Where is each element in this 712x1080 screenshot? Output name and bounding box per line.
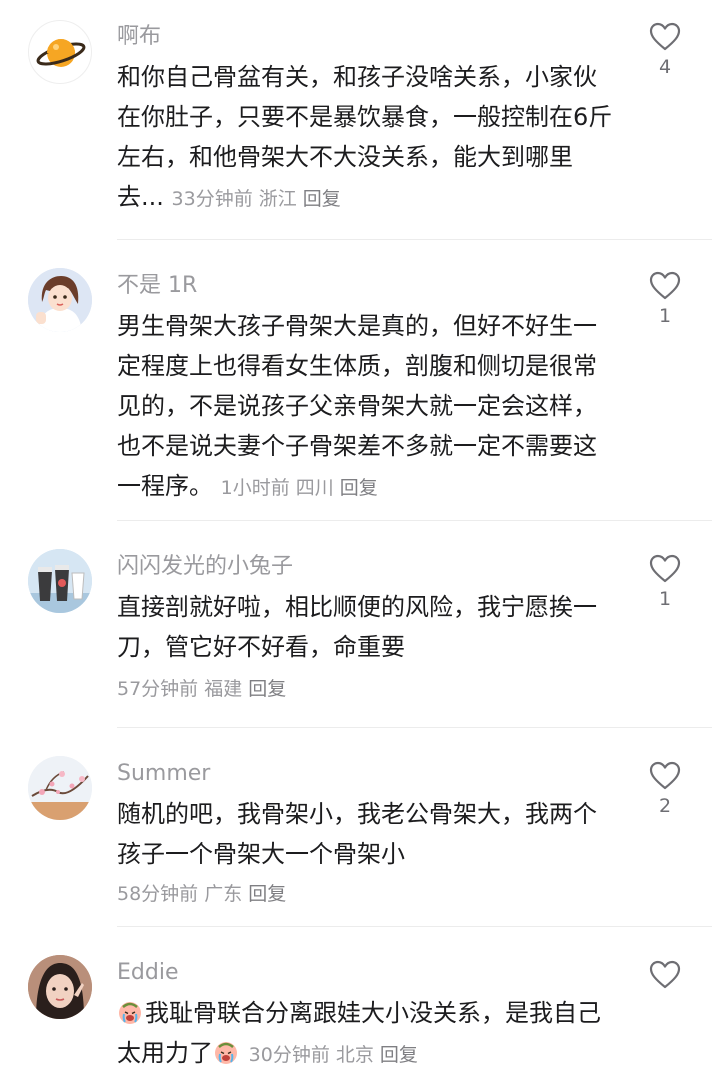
reply-button[interactable]: 回复: [303, 188, 341, 210]
plum-blossom-avatar-icon: [28, 756, 92, 820]
avatar[interactable]: [28, 268, 92, 332]
comment-location: 四川: [295, 477, 334, 499]
reply-button[interactable]: 回复: [248, 678, 286, 700]
comment-meta: 33分钟前 浙江 回复: [172, 188, 347, 210]
avatar[interactable]: [28, 955, 92, 1019]
comment-meta: 57分钟前 福建 回复: [117, 674, 292, 704]
comment-time: 30分钟前: [248, 1044, 330, 1066]
reply-button[interactable]: 回复: [380, 1044, 418, 1066]
comment-location: 广东: [204, 883, 243, 905]
like-count: 2: [658, 795, 672, 817]
comment-location: 福建: [204, 678, 243, 700]
comment-text: 我耻骨联合分离跟娃大小没关系，是我自己太用力了 30分钟前 北京 回复: [117, 993, 617, 1075]
like-count: 1: [658, 588, 672, 610]
comment-time: 33分钟前: [171, 188, 253, 210]
comment-text: 男生骨架大孩子骨架大是真的，但好不好生一定程度上也得看女生体质，剖腹和侧切是很常…: [117, 306, 617, 508]
avatar[interactable]: [28, 756, 92, 820]
comment-meta: 1小时前 四川 回复: [221, 477, 384, 499]
cups-photo-avatar-icon: [28, 549, 92, 613]
username[interactable]: 啊布: [117, 22, 161, 52]
comment-item: 不是 1R 男生骨架大孩子骨架大是真的，但好不好生一定程度上也得看女生体质，剖腹…: [0, 240, 712, 521]
comment-location: 浙江: [258, 188, 297, 210]
username[interactable]: Eddie: [117, 958, 178, 988]
comment-text: 直接剖就好啦，相比顺便的风险，我宁愿挨一刀，管它好不好看，命重要: [117, 587, 617, 667]
comment-text: 随机的吧，我骨架小，我老公骨架大，我两个孩子一个骨架大一个骨架小: [117, 794, 617, 874]
comment-time: 58分钟前: [117, 883, 199, 905]
comment-item: Eddie 我耻骨联合分离跟娃大小没关系，是我自己太用力了 30分钟前 北京 回复: [0, 927, 712, 1080]
selfie-avatar-icon: [28, 955, 92, 1019]
reply-button[interactable]: 回复: [340, 477, 378, 499]
username[interactable]: Summer: [117, 759, 210, 789]
planet-icon: [36, 39, 86, 67]
comment-item: 啊布 和你自己骨盆有关，和孩子没啥关系，小家伙在你肚子，只要不是暴饮暴食，一般控…: [0, 0, 712, 240]
comment-item: Summer 随机的吧，我骨架小，我老公骨架大，我两个孩子一个骨架大一个骨架小 …: [0, 728, 712, 927]
cartoon-girl-avatar-icon: [28, 268, 92, 332]
comment-meta: 30分钟前 北京 回复: [249, 1044, 424, 1066]
username[interactable]: 不是 1R: [117, 271, 197, 301]
comment-text: 和你自己骨盆有关，和孩子没啥关系，小家伙在你肚子，只要不是暴饮暴食，一般控制在6…: [117, 57, 617, 219]
like-count: 4: [658, 56, 672, 78]
comment-location: 北京: [335, 1044, 374, 1066]
like-button[interactable]: [647, 960, 683, 990]
comment-body: 男生骨架大孩子骨架大是真的，但好不好生一定程度上也得看女生体质，剖腹和侧切是很常…: [117, 312, 597, 500]
username[interactable]: 闪闪发光的小兔子: [117, 552, 293, 582]
avatar[interactable]: [28, 549, 92, 613]
heart-icon: [649, 554, 681, 583]
comment-body: 随机的吧，我骨架小，我老公骨架大，我两个孩子一个骨架大一个骨架小: [117, 800, 597, 868]
heart-icon: [649, 271, 681, 300]
heart-icon: [649, 761, 681, 790]
crying-emoji-icon: [215, 1042, 237, 1064]
reply-button[interactable]: 回复: [248, 883, 286, 905]
crying-emoji-icon: [119, 1002, 141, 1024]
comment-time: 1小时前: [220, 477, 290, 499]
like-button[interactable]: 1: [647, 271, 683, 327]
like-button[interactable]: 4: [647, 22, 683, 78]
comment-item: 闪闪发光的小兔子 直接剖就好啦，相比顺便的风险，我宁愿挨一刀，管它好不好看，命重…: [0, 521, 712, 728]
heart-icon: [649, 22, 681, 51]
like-button[interactable]: 2: [647, 761, 683, 817]
heart-icon: [649, 960, 681, 989]
comment-meta: 58分钟前 广东 回复: [117, 879, 292, 909]
like-count: 1: [658, 305, 672, 327]
comment-time: 57分钟前: [117, 678, 199, 700]
avatar[interactable]: [28, 20, 92, 84]
like-button[interactable]: 1: [647, 554, 683, 610]
comment-body: 直接剖就好啦，相比顺便的风险，我宁愿挨一刀，管它好不好看，命重要: [117, 593, 597, 661]
